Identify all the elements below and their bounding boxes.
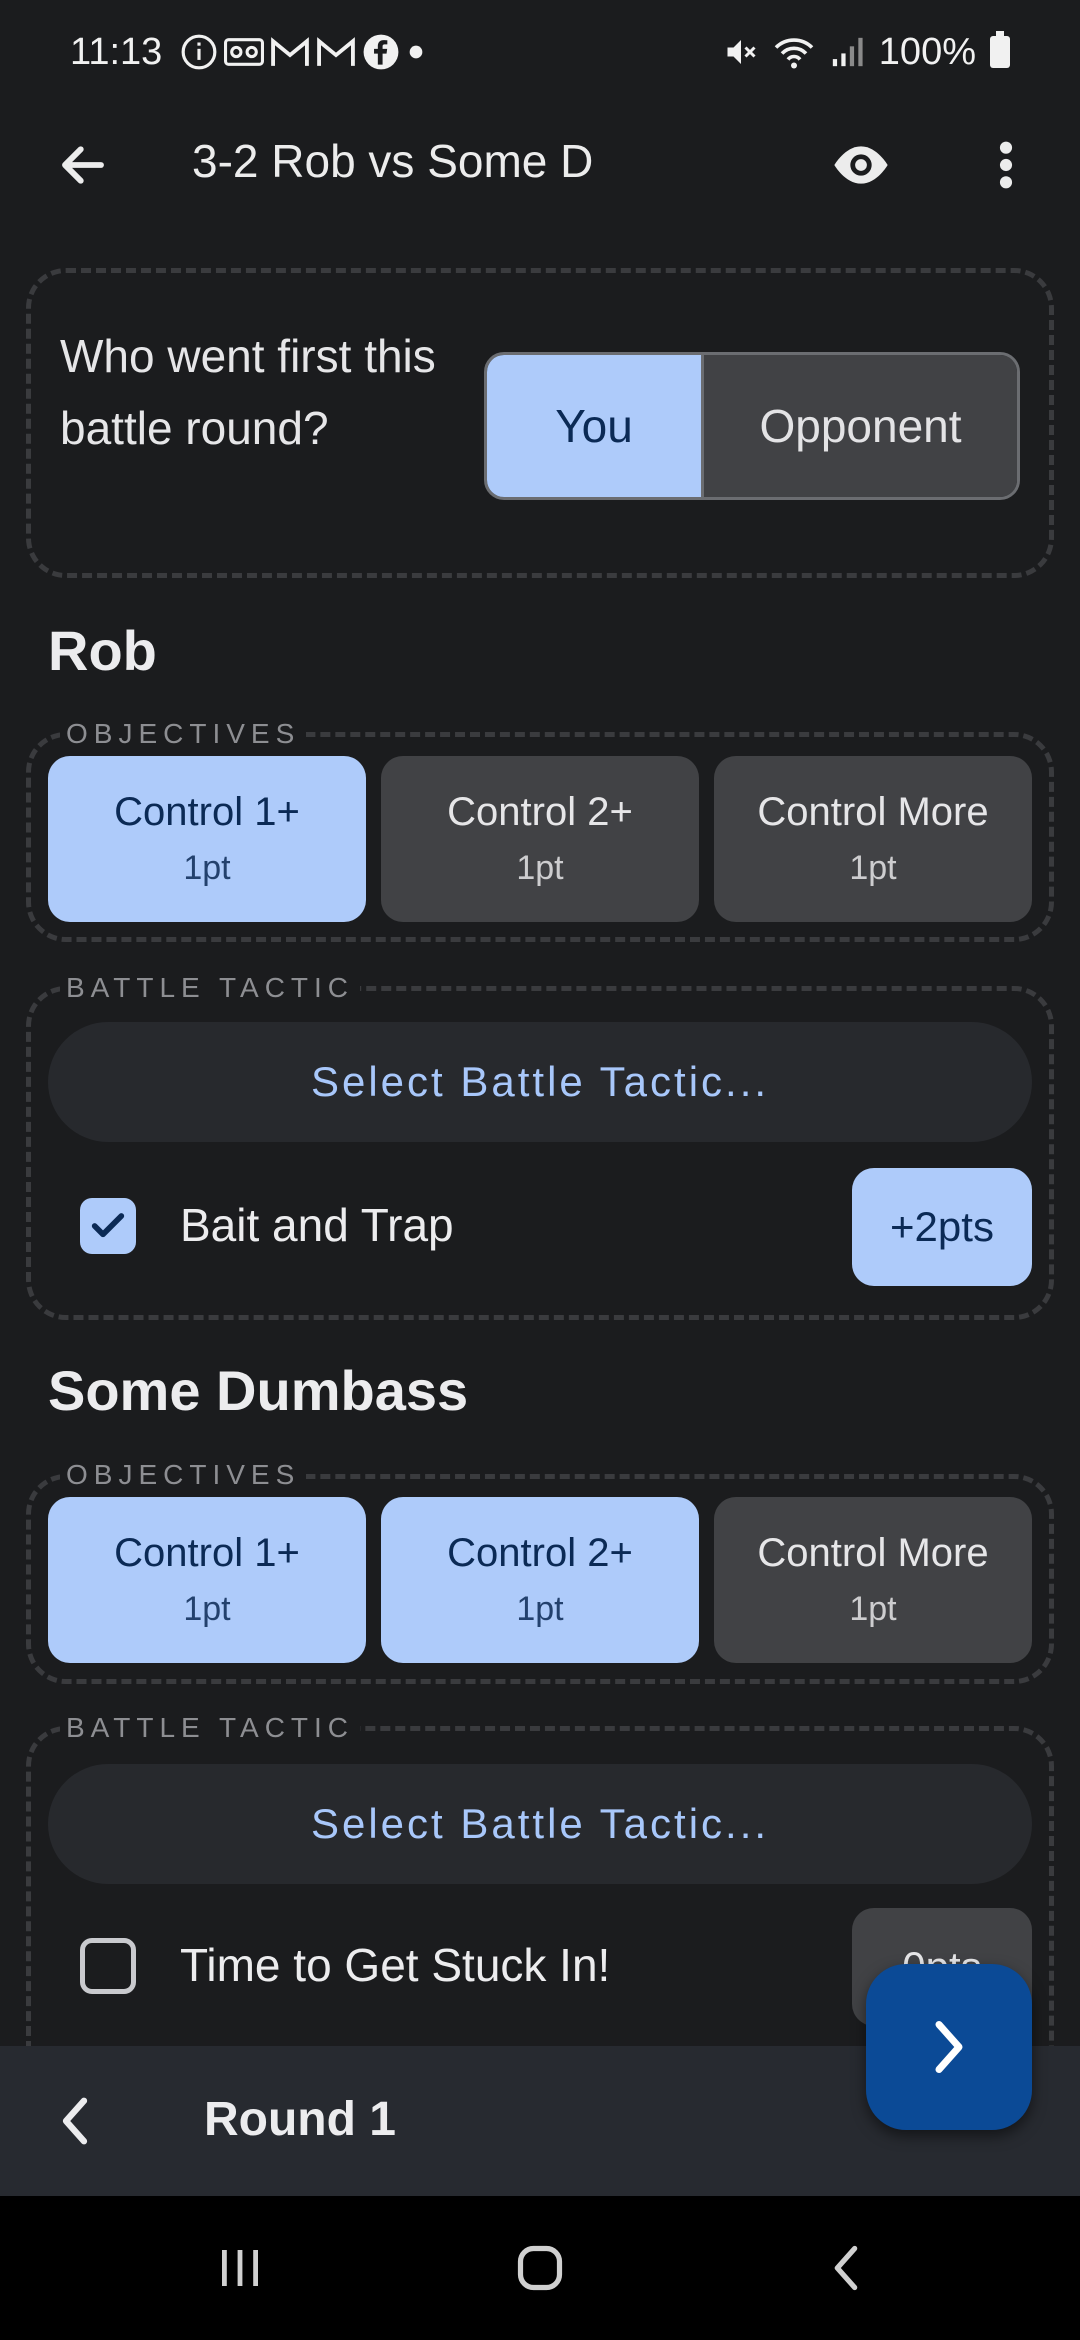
objective-points: 1pt [516,849,564,887]
objective-control-more[interactable]: Control More 1pt [714,1497,1032,1663]
system-back-button[interactable] [806,2232,886,2304]
objective-title: Control More [757,1531,989,1575]
gmail-icon [317,37,356,66]
more-options-button[interactable] [978,130,1034,200]
toggle-you[interactable]: You [487,355,704,497]
objective-title: Control More [757,790,989,834]
battle-tactic-label: BATTLE TACTIC [60,972,361,1004]
select-battle-tactic-button[interactable]: Select Battle Tactic... [48,1022,1032,1142]
battery-icon [990,31,1010,68]
tactic-name: Time to Get Stuck In! [180,1939,611,1991]
objective-title: Control 1+ [114,1531,300,1575]
chevron-right-icon [935,2021,963,2073]
app-bar: 3-2 Rob vs Some D [0,104,1080,224]
eye-icon [834,146,888,184]
back-icon [834,2245,858,2291]
player-name: Some Dumbass [48,1359,469,1422]
page-title: 3-2 Rob vs Some D [192,135,594,187]
first-turn-question: Who went first this battle round? [60,330,436,454]
tactic-name: Bait and Trap [180,1199,454,1251]
more-vert-icon [999,141,1013,189]
check-icon [91,1213,125,1238]
battery-percent: 100% [878,30,976,73]
objectives-label: OBJECTIVES [60,718,307,750]
objective-points: 1pt [516,1590,564,1628]
system-nav-bar [0,2196,1080,2340]
recent-apps-icon [222,2250,258,2286]
facebook-icon [363,34,399,70]
objective-points: 1pt [183,849,231,887]
objective-points: 1pt [183,1590,231,1628]
tactic-checkbox[interactable] [80,1938,136,1994]
tactic-points-button[interactable]: +2pts [852,1168,1032,1286]
tactic-checkbox[interactable] [80,1198,136,1254]
mute-icon [727,40,756,64]
recent-apps-button[interactable] [200,2232,280,2304]
objective-control-1[interactable]: Control 1+ 1pt [48,756,366,922]
first-turn-toggle: You Opponent [484,352,1020,500]
player-name: Rob [48,619,157,682]
voicemail-icon [224,38,265,66]
signal-icon [832,37,863,67]
objective-points: 1pt [849,849,897,887]
select-battle-tactic-button[interactable]: Select Battle Tactic... [48,1764,1032,1884]
objectives-label: OBJECTIVES [60,1459,307,1491]
status-time: 11:13 [70,30,163,73]
back-button[interactable] [50,132,116,198]
chevron-left-icon [62,2097,88,2145]
battle-tactic-label: BATTLE TACTIC [60,1712,361,1744]
objective-title: Control 2+ [447,790,633,834]
objective-title: Control 1+ [114,790,300,834]
notification-icons [180,33,426,71]
objective-control-2[interactable]: Control 2+ 1pt [381,1497,699,1663]
status-bar: 11:13 100% [0,0,1080,104]
previous-round-button[interactable] [40,2086,110,2156]
next-round-button[interactable] [866,1964,1032,2130]
arrow-left-icon [62,146,104,184]
toggle-opponent[interactable]: Opponent [704,355,1017,497]
view-button[interactable] [826,130,896,200]
home-icon [517,2245,563,2291]
objective-title: Control 2+ [447,1531,633,1575]
round-label: Round 1 [204,2093,396,2146]
gmail-icon [271,37,310,66]
wifi-icon [774,38,814,69]
home-button[interactable] [500,2232,580,2304]
info-icon [181,34,217,70]
objective-control-more[interactable]: Control More 1pt [714,756,1032,922]
dot-icon [409,45,423,59]
objective-control-1[interactable]: Control 1+ 1pt [48,1497,366,1663]
objective-control-2[interactable]: Control 2+ 1pt [381,756,699,922]
objective-points: 1pt [849,1590,897,1628]
